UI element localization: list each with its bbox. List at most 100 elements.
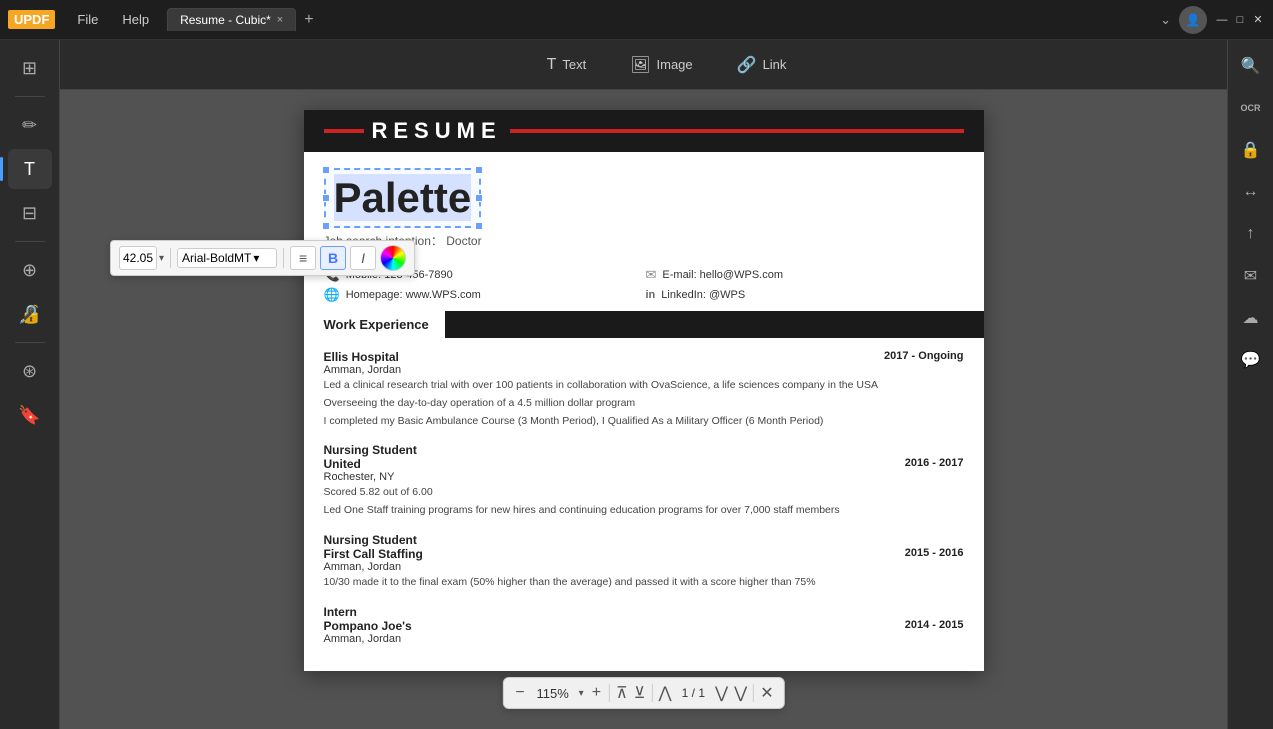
search-btn[interactable]: 🔍 (1233, 48, 1269, 84)
sidebar-bookmarks[interactable]: 🔖 (8, 395, 52, 435)
share-btn[interactable]: ↑ (1233, 216, 1269, 252)
sidebar-annotate[interactable]: ✏ (8, 105, 52, 145)
link-tool-label: Link (763, 57, 787, 72)
tab-bar: Resume - Cubic* × + (167, 8, 321, 31)
job-entry-0: Ellis Hospital 2017 - Ongoing Amman, Jor… (324, 350, 964, 429)
zoom-value: 115% (533, 686, 573, 701)
menu-bar: File Help (67, 8, 159, 31)
bold-icon: B (328, 250, 338, 266)
name-text[interactable]: Palette (334, 174, 472, 221)
zoom-arrow[interactable]: ▾ (579, 688, 584, 699)
job-header-0: Ellis Hospital 2017 - Ongoing (324, 350, 964, 364)
web-icon: 🌐 (324, 287, 340, 303)
menu-help[interactable]: Help (112, 8, 159, 31)
more-tabs-btn[interactable]: ⌄ (1160, 12, 1171, 28)
last-page-btn[interactable]: ⋁ (734, 683, 747, 703)
sidebar-thumbnail[interactable]: ⊞ (8, 48, 52, 88)
sidebar-layers[interactable]: ⊛ (8, 351, 52, 391)
link-tool-btn[interactable]: 🔗 Link (727, 49, 797, 81)
user-avatar[interactable]: 👤 (1179, 6, 1207, 34)
convert-btn[interactable]: ↔ (1233, 174, 1269, 210)
align-btn[interactable]: ≡ (290, 246, 316, 270)
work-experience-heading: Work Experience (304, 311, 984, 338)
tab-label: Resume - Cubic* (180, 13, 271, 27)
sidebar-divider-3 (15, 342, 45, 343)
cloud-btn[interactable]: ☁ (1233, 300, 1269, 336)
minimize-btn[interactable]: — (1215, 13, 1229, 27)
toolbar-divider-2 (283, 248, 284, 268)
sidebar-stamp[interactable]: 🔏 (8, 294, 52, 334)
resize-handle-ml[interactable] (322, 194, 330, 202)
font-size-arrow[interactable]: ▾ (159, 253, 164, 264)
tab-close-btn[interactable]: × (277, 14, 283, 26)
resize-handle-tr[interactable] (475, 166, 483, 174)
sidebar-extract[interactable]: ⊕ (8, 250, 52, 290)
close-btn[interactable]: ✕ (1251, 13, 1265, 27)
text-tool-icon: T (547, 56, 557, 74)
tab-add-btn[interactable]: + (296, 11, 321, 29)
zoom-close-btn[interactable]: ✕ (760, 683, 773, 703)
zoom-out-btn[interactable]: − (513, 682, 526, 704)
name-text-box[interactable]: Palette (324, 168, 482, 228)
job-desc-0-1: Overseeing the day-to-day operation of a… (324, 396, 964, 412)
tab-resume[interactable]: Resume - Cubic* × (167, 8, 296, 31)
job-company-2: First Call Staffing (324, 547, 423, 561)
font-size-input[interactable] (119, 246, 157, 270)
work-experience-section: Ellis Hospital 2017 - Ongoing Amman, Jor… (304, 338, 984, 671)
zoom-divider-1 (609, 684, 610, 702)
job-location-2: Amman, Jordan (324, 561, 964, 573)
comment-btn[interactable]: 💬 (1233, 342, 1269, 378)
window-controls: — □ ✕ (1215, 13, 1265, 27)
job-company-3: Pompano Joe's (324, 619, 412, 633)
font-size-control: ▾ (119, 246, 164, 270)
job-header-2: First Call Staffing 2015 - 2016 (324, 547, 964, 561)
mail-btn[interactable]: ✉ (1233, 258, 1269, 294)
main-toolbar: T Text 🖼 Image 🔗 Link (60, 40, 1273, 90)
resize-handle-mr[interactable] (475, 194, 483, 202)
contact-homepage-text: Homepage: www.WPS.com (346, 289, 481, 301)
job-intention: Job search intention： Doctor (324, 232, 964, 249)
fit-page-up-btn[interactable]: ⊼ (616, 683, 628, 703)
resize-handle-tl[interactable] (322, 166, 330, 174)
resize-handle-bl[interactable] (322, 222, 330, 230)
toolbar-divider-1 (170, 248, 171, 268)
email-icon: ✉ (646, 267, 657, 283)
image-tool-btn[interactable]: 🖼 Image (620, 49, 702, 81)
job-desc-1-1: Led One Staff training programs for new … (324, 503, 964, 519)
text-tool-label: Text (562, 57, 586, 72)
contact-email: ✉ E-mail: hello@WPS.com (646, 267, 964, 283)
image-tool-label: Image (657, 57, 693, 72)
format-toolbar: ▾ Arial-BoldMT ▾ ≡ B I (110, 240, 415, 276)
color-picker-btn[interactable] (380, 245, 406, 271)
sidebar-divider-2 (15, 241, 45, 242)
prev-page-btn[interactable]: ⋀ (658, 683, 671, 703)
menu-file[interactable]: File (67, 8, 108, 31)
titlebar: UPDF File Help Resume - Cubic* × + ⌄ 👤 —… (0, 0, 1273, 40)
titlebar-right: ⌄ 👤 — □ ✕ (1160, 6, 1265, 34)
fit-page-btn[interactable]: ⊻ (634, 683, 646, 703)
job-desc-0-0: Led a clinical research trial with over … (324, 378, 964, 394)
sidebar-edit[interactable]: T (8, 149, 52, 189)
job-desc-2-0: 10/30 made it to the final exam (50% hig… (324, 575, 964, 591)
bold-btn[interactable]: B (320, 246, 346, 270)
linkedin-icon: in (646, 289, 656, 301)
left-sidebar: ⊞ ✏ T ⊟ ⊕ 🔏 ⊛ 🔖 (0, 40, 60, 729)
zoom-in-btn[interactable]: + (590, 682, 603, 704)
contact-linkedin: in LinkedIn: @WPS (646, 287, 964, 303)
next-page-btn[interactable]: ⋁ (715, 683, 728, 703)
resize-handle-br[interactable] (475, 222, 483, 230)
job-date-1: 2016 - 2017 (905, 457, 964, 469)
zoom-divider-2 (651, 684, 652, 702)
job-header-3: Pompano Joe's 2014 - 2015 (324, 619, 964, 633)
job-location-3: Amman, Jordan (324, 633, 964, 645)
protect-btn[interactable]: 🔒 (1233, 132, 1269, 168)
ocr-btn[interactable]: OCR (1233, 90, 1269, 126)
text-tool-btn[interactable]: T Text (537, 50, 597, 80)
italic-btn[interactable]: I (350, 246, 376, 270)
sidebar-pages[interactable]: ⊟ (8, 193, 52, 233)
italic-icon: I (361, 250, 365, 266)
maximize-btn[interactable]: □ (1233, 13, 1247, 27)
page-current: 1 (682, 686, 689, 700)
resume-title: RESUME (372, 118, 502, 144)
font-name-select[interactable]: Arial-BoldMT ▾ (177, 248, 277, 268)
